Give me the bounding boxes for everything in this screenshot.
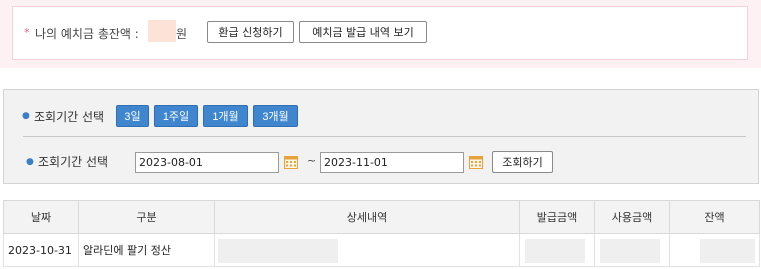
search-button[interactable]: 조회하기 <box>492 151 553 173</box>
deposit-summary-section: * 나의 예치금 총잔액 : 원 환급 신청하기 예치금 발급 내역 보기 <box>0 0 761 68</box>
column-header-detail: 상세내역 <box>214 200 520 234</box>
column-header-balance: 잔액 <box>669 200 760 234</box>
period-search-panel: ● 조회기간 선택 3일 1주일 1개월 3개월 ● 조회기간 선택 2023-… <box>3 89 759 184</box>
table-row: 2023-10-31 알라딘에 팔기 정산 <box>3 233 760 267</box>
required-marker: * <box>24 26 30 39</box>
deposit-history-table: 날짜 구분 상세내역 발급금액 사용금액 잔액 2023-10-31 알라딘에 … <box>3 200 760 267</box>
redacted-balance <box>700 239 755 263</box>
column-header-date: 날짜 <box>3 200 79 234</box>
period-select-label: 조회기간 선택 <box>34 110 105 124</box>
cell-used-amount <box>594 233 670 267</box>
period-1month-button[interactable]: 1개월 <box>203 105 248 127</box>
redacted-detail <box>218 239 338 263</box>
period-1week-button[interactable]: 1주일 <box>154 105 198 127</box>
cell-balance <box>669 233 760 267</box>
period-3months-button[interactable]: 3개월 <box>253 105 298 127</box>
deposit-history-button[interactable]: 예치금 발급 내역 보기 <box>299 21 427 43</box>
calendar-icon[interactable] <box>283 154 299 170</box>
calendar-icon[interactable] <box>468 154 484 170</box>
bullet-dot: ● <box>26 157 34 167</box>
deposit-summary-box: * 나의 예치금 총잔액 : 원 환급 신청하기 예치금 발급 내역 보기 <box>12 6 748 60</box>
date-range-separator: ~ <box>307 154 317 167</box>
cell-issued-amount <box>519 233 595 267</box>
deposit-total-label: 나의 예치금 총잔액 : <box>35 27 139 41</box>
cell-detail <box>214 233 520 267</box>
date-range-label: 조회기간 선택 <box>38 155 109 169</box>
currency-unit: 원 <box>176 27 188 41</box>
divider <box>23 136 746 137</box>
refund-request-button[interactable]: 환급 신청하기 <box>207 21 294 43</box>
cell-type: 알라딘에 팔기 정산 <box>78 233 215 267</box>
column-header-issued-amount: 발급금액 <box>519 200 595 234</box>
end-date-input[interactable]: 2023-11-01 <box>320 152 464 173</box>
start-date-input[interactable]: 2023-08-01 <box>135 152 279 173</box>
deposit-total-amount <box>148 20 176 42</box>
period-3days-button[interactable]: 3일 <box>116 105 149 127</box>
redacted-issued-amount <box>525 239 585 263</box>
table-header-row: 날짜 구분 상세내역 발급금액 사용금액 잔액 <box>3 200 760 234</box>
column-header-used-amount: 사용금액 <box>594 200 670 234</box>
bullet-dot: ● <box>22 111 30 121</box>
redacted-used-amount <box>600 239 660 263</box>
cell-date: 2023-10-31 <box>3 233 79 267</box>
column-header-type: 구분 <box>78 200 215 234</box>
